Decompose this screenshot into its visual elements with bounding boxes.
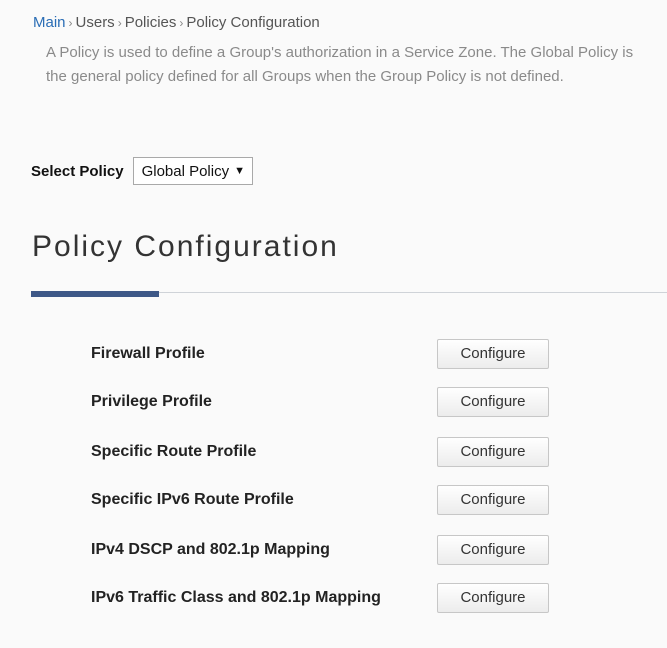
configure-specific-ipv6-route-button[interactable]: Configure <box>437 485 549 515</box>
profile-row-specific-route: Specific Route Profile Configure <box>91 437 571 467</box>
select-policy-row: Select Policy Global Policy ▼ <box>31 157 253 185</box>
configure-firewall-button[interactable]: Configure <box>437 339 549 369</box>
profile-row-ipv6-traffic-class: IPv6 Traffic Class and 802.1p Mapping Co… <box>91 583 571 613</box>
breadcrumb-policies[interactable]: Policies <box>125 14 177 31</box>
page-title: Policy Configuration <box>32 230 339 263</box>
breadcrumb-separator: › <box>179 16 184 30</box>
configure-ipv6-traffic-class-button[interactable]: Configure <box>437 583 549 613</box>
breadcrumb-current: Policy Configuration <box>186 14 320 31</box>
breadcrumb-separator: › <box>117 16 122 30</box>
breadcrumb-users[interactable]: Users <box>76 14 115 31</box>
profile-row-privilege: Privilege Profile Configure <box>91 387 571 417</box>
profile-label: Firewall Profile <box>91 345 205 362</box>
configure-privilege-button[interactable]: Configure <box>437 387 549 417</box>
profile-label: IPv6 Traffic Class and 802.1p Mapping <box>91 589 381 606</box>
page-description: A Policy is used to define a Group's aut… <box>46 44 634 85</box>
select-policy-label: Select Policy <box>31 162 124 180</box>
policy-select-dropdown[interactable]: Global Policy ▼ <box>132 157 253 185</box>
configure-specific-route-button[interactable]: Configure <box>437 437 549 467</box>
profile-row-specific-ipv6-route: Specific IPv6 Route Profile Configure <box>91 485 571 515</box>
dropdown-arrow-icon: ▼ <box>234 165 245 177</box>
profile-row-ipv4-dscp: IPv4 DSCP and 802.1p Mapping Configure <box>91 535 571 565</box>
breadcrumb-separator: › <box>68 16 73 30</box>
profile-label: Specific Route Profile <box>91 443 257 460</box>
policy-select-value: Global Policy <box>141 162 230 180</box>
breadcrumb: Main › Users › Policies › Policy Configuration <box>33 14 320 31</box>
configure-ipv4-dscp-button[interactable]: Configure <box>437 535 549 565</box>
profile-label: IPv4 DSCP and 802.1p Mapping <box>91 541 330 558</box>
profile-label: Privilege Profile <box>91 393 212 410</box>
profile-row-firewall: Firewall Profile Configure <box>91 339 571 369</box>
title-accent-bar <box>31 291 159 297</box>
profile-label: Specific IPv6 Route Profile <box>91 491 294 508</box>
breadcrumb-main[interactable]: Main <box>33 14 66 31</box>
